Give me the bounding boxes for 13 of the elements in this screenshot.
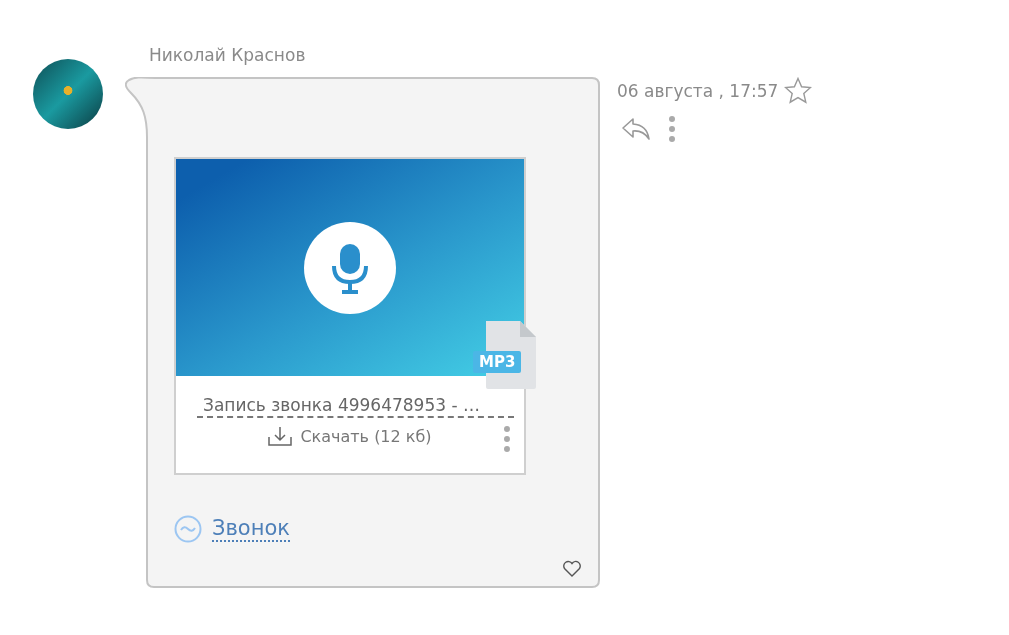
more-icon[interactable] bbox=[504, 426, 510, 452]
download-icon bbox=[268, 426, 293, 446]
star-icon[interactable] bbox=[784, 77, 813, 104]
reply-icon[interactable] bbox=[621, 117, 651, 141]
call-link[interactable]: Звонок bbox=[212, 516, 290, 542]
download-link[interactable]: Скачать (12 кб) bbox=[268, 426, 432, 446]
more-icon[interactable] bbox=[669, 116, 675, 142]
call-icon bbox=[174, 515, 202, 543]
file-type-badge: MP3 bbox=[473, 351, 522, 373]
like-icon[interactable] bbox=[562, 560, 582, 578]
author-name: Николай Краснов bbox=[149, 44, 307, 66]
message-time: 06 августа , 17:57 bbox=[617, 80, 779, 101]
file-name[interactable]: Запись звонка 4996478953 - … bbox=[197, 394, 514, 418]
